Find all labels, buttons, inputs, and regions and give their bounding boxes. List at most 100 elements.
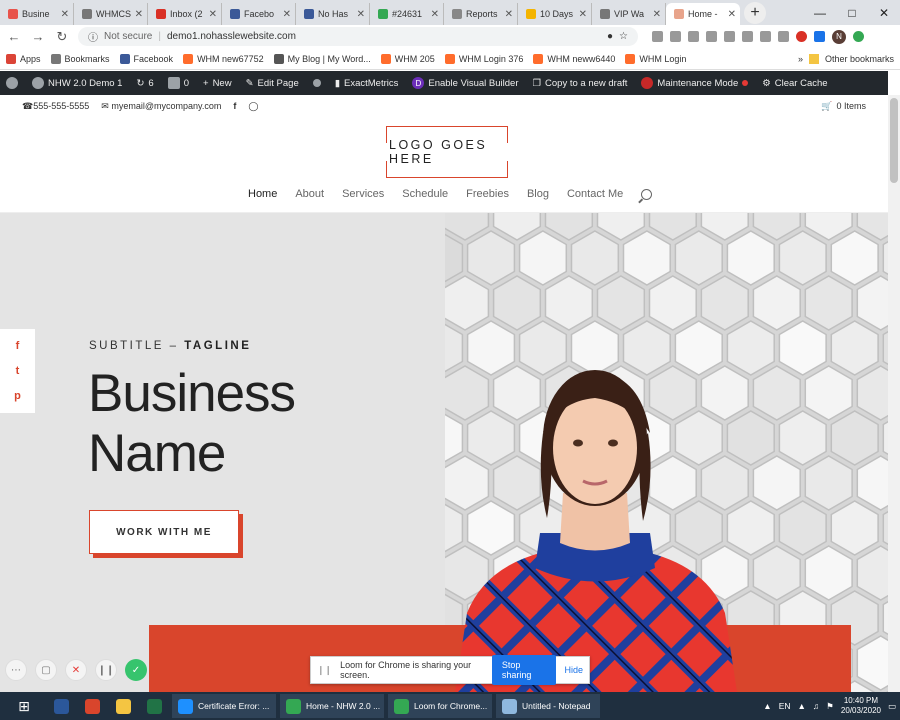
- tab-close-icon[interactable]: ✕: [61, 9, 69, 20]
- extension-icon[interactable]: [652, 31, 663, 42]
- drag-handle-icon[interactable]: ❙❙: [317, 665, 332, 676]
- tab-close-icon[interactable]: ✕: [209, 9, 217, 20]
- stop-sharing-button[interactable]: Stop sharing: [491, 655, 557, 685]
- bookmark-item[interactable]: WHM Login: [625, 53, 686, 64]
- extension-icon[interactable]: [853, 31, 864, 42]
- phone-link[interactable]: ☎555-555-5555: [22, 101, 89, 112]
- twitter-share-icon[interactable]: t: [16, 365, 20, 377]
- work-with-me-button[interactable]: WORK WITH ME: [89, 510, 239, 554]
- facebook-icon[interactable]: f: [233, 101, 236, 111]
- tab-close-icon[interactable]: ✕: [135, 9, 143, 20]
- bookmark-item[interactable]: Facebook: [119, 53, 173, 64]
- browser-tab[interactable]: Busine ✕: [0, 3, 74, 25]
- reload-icon[interactable]: ↻: [54, 29, 70, 45]
- forward-icon[interactable]: →: [30, 29, 46, 44]
- taskbar-window-button[interactable]: Certificate Error: ...: [172, 694, 276, 718]
- wp-edit-page-link[interactable]: ✎ Edit Page: [246, 78, 299, 89]
- acrobat-icon[interactable]: [79, 694, 106, 718]
- new-tab-button[interactable]: +: [744, 2, 766, 24]
- url-input[interactable]: ⓘ Not secure | demo1.nohasslewebsite.com…: [78, 27, 638, 46]
- bookmark-item[interactable]: WHM 205: [380, 53, 435, 64]
- seo-icon[interactable]: [312, 79, 321, 87]
- wp-updates-link[interactable]: ↻ 6: [136, 78, 153, 89]
- wp-site-link[interactable]: NHW 2.0 Demo 1: [32, 77, 122, 89]
- wp-visual-builder-link[interactable]: D Enable Visual Builder: [412, 77, 519, 89]
- more-options-icon[interactable]: ⋯: [5, 659, 27, 681]
- pause-icon[interactable]: ❙❙: [95, 659, 117, 681]
- back-icon[interactable]: ←: [6, 29, 22, 44]
- extension-icon[interactable]: [796, 31, 807, 42]
- wordpress-icon[interactable]: [6, 77, 18, 89]
- pinterest-share-icon[interactable]: p: [14, 390, 21, 402]
- browser-tab[interactable]: 10 Days ✕: [518, 3, 592, 25]
- bookmark-item[interactable]: Bookmarks: [50, 53, 110, 64]
- excel-icon[interactable]: [141, 694, 168, 718]
- menu-item-schedule[interactable]: Schedule: [402, 188, 448, 200]
- other-bookmarks[interactable]: Other bookmarks: [825, 54, 894, 64]
- cart-link[interactable]: 🛒 0 Items: [821, 101, 866, 112]
- finish-recording-icon[interactable]: ✓: [125, 659, 147, 681]
- close-icon[interactable]: ✕: [868, 0, 900, 25]
- menu-item-services[interactable]: Services: [342, 188, 384, 200]
- extension-icon[interactable]: [814, 31, 825, 42]
- notifications-icon[interactable]: ▭: [888, 701, 896, 712]
- search-icon[interactable]: [641, 188, 653, 200]
- tray-icon[interactable]: ▲: [763, 701, 771, 711]
- extension-icon[interactable]: [778, 31, 789, 42]
- wp-clear-cache-link[interactable]: ⚙ Clear Cache: [762, 78, 827, 89]
- tab-close-icon[interactable]: ✕: [357, 9, 365, 20]
- browser-tab[interactable]: Inbox (2 ✕: [148, 3, 222, 25]
- menu-item-contact-me[interactable]: Contact Me: [567, 188, 623, 200]
- extension-icon[interactable]: [670, 31, 681, 42]
- extension-icon[interactable]: [760, 31, 771, 42]
- wp-exactmetrics-link[interactable]: ▮ ExactMetrics: [335, 78, 399, 89]
- browser-tab[interactable]: Home - ✕: [666, 3, 740, 25]
- extension-icon[interactable]: [688, 31, 699, 42]
- info-icon[interactable]: ⓘ: [88, 29, 98, 44]
- tab-close-icon[interactable]: ✕: [505, 9, 513, 20]
- profile-avatar[interactable]: N: [832, 29, 846, 44]
- taskbar-window-button[interactable]: Home - NHW 2.0 ...: [280, 694, 384, 718]
- browser-tab[interactable]: WHMCS ✕: [74, 3, 148, 25]
- bookmark-item[interactable]: WHM new67752: [183, 53, 264, 64]
- bookmark-item[interactable]: WHM neww6440: [533, 53, 615, 64]
- hide-button[interactable]: Hide: [564, 665, 583, 675]
- minimize-icon[interactable]: —: [804, 0, 836, 25]
- bookmark-item[interactable]: My Blog | My Word...: [273, 53, 371, 64]
- browser-tab[interactable]: No Has ✕: [296, 3, 370, 25]
- taskbar-window-button[interactable]: Untitled - Notepad: [496, 694, 600, 718]
- menu-item-home[interactable]: Home: [248, 188, 277, 200]
- word-icon[interactable]: [48, 694, 75, 718]
- wp-new-link[interactable]: + New: [203, 78, 232, 89]
- facebook-share-icon[interactable]: f: [16, 340, 20, 352]
- page-scrollbar[interactable]: [888, 95, 900, 692]
- wp-maintenance-link[interactable]: Maintenance Mode: [641, 77, 749, 89]
- camera-icon[interactable]: ●: [607, 31, 613, 42]
- camera-toggle-icon[interactable]: ▢: [35, 659, 57, 681]
- menu-item-blog[interactable]: Blog: [527, 188, 549, 200]
- windows-start-icon[interactable]: ⊞: [4, 694, 44, 718]
- clock[interactable]: 10:40 PM 20/03/2020: [841, 696, 881, 716]
- language-indicator[interactable]: EN: [779, 701, 791, 711]
- menu-item-about[interactable]: About: [295, 188, 324, 200]
- explorer-icon[interactable]: [110, 694, 137, 718]
- bookmark-item[interactable]: Apps: [6, 53, 41, 64]
- extension-icon[interactable]: [742, 31, 753, 42]
- bookmark-item[interactable]: WHM Login 376: [444, 53, 523, 64]
- cancel-recording-icon[interactable]: ✕: [65, 659, 87, 681]
- extension-icon[interactable]: [706, 31, 717, 42]
- browser-tab[interactable]: Facebo ✕: [222, 3, 296, 25]
- tab-close-icon[interactable]: ✕: [653, 9, 661, 20]
- wp-copy-draft-link[interactable]: ❐ Copy to a new draft: [533, 78, 628, 89]
- star-icon[interactable]: ☆: [619, 31, 628, 42]
- flag-icon[interactable]: ⚑: [826, 701, 834, 712]
- wp-comments-link[interactable]: 0: [167, 77, 189, 89]
- tab-close-icon[interactable]: ✕: [728, 9, 736, 20]
- site-logo[interactable]: LOGO GOES HERE: [385, 126, 509, 178]
- browser-tab[interactable]: VIP Wa ✕: [592, 3, 666, 25]
- taskbar-window-button[interactable]: Loom for Chrome...: [388, 694, 492, 718]
- tab-close-icon[interactable]: ✕: [431, 9, 439, 20]
- browser-tab[interactable]: #24631 ✕: [370, 3, 444, 25]
- instagram-icon[interactable]: ◯: [248, 101, 258, 112]
- scrollbar-thumb[interactable]: [890, 98, 898, 183]
